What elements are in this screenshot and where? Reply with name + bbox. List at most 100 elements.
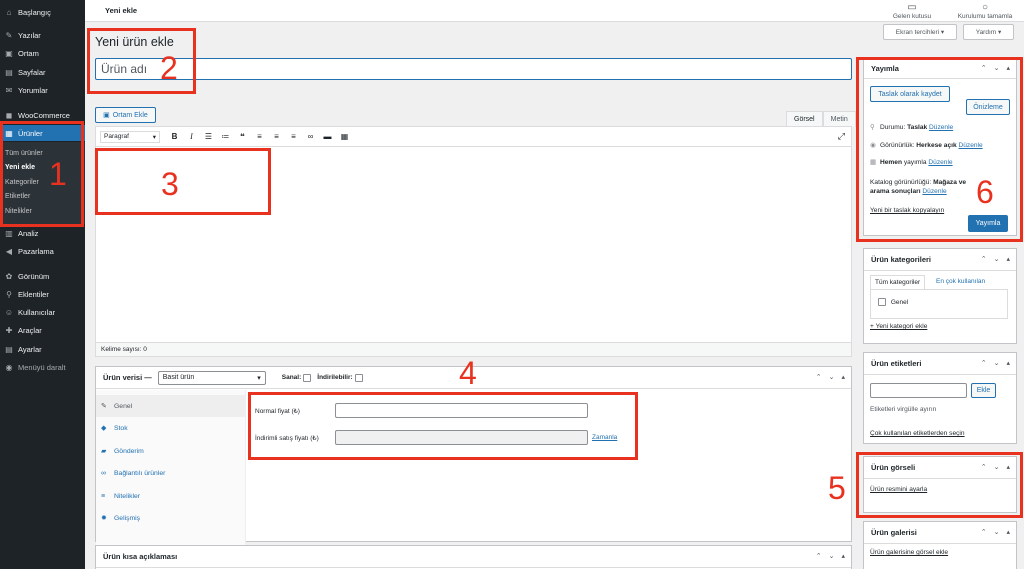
chevron-down-icon[interactable]: ⌄ <box>829 373 835 381</box>
chevron-up-icon[interactable]: ⌃ <box>816 552 822 560</box>
bold-icon[interactable]: B <box>166 130 183 144</box>
screen-options-button[interactable]: Ekran tercihleri ▾ <box>883 24 957 40</box>
chevron-up-icon[interactable]: ⌃ <box>981 255 987 263</box>
tab-visual[interactable]: Görsel <box>786 111 823 127</box>
sidebar-item-tools[interactable]: ✚ Araçlar <box>0 322 85 338</box>
woocommerce-icon: ◼ <box>5 110 13 120</box>
tab-most-used-categories[interactable]: En çok kullanılan <box>936 278 985 285</box>
sidebar-item-users[interactable]: ☺ Kullanıcılar <box>0 304 85 320</box>
popular-tags-link[interactable]: Çok kullanılan etiketlerden seçin <box>870 430 965 437</box>
sidebar-item-label: Ayarlar <box>18 344 42 354</box>
virtual-checkbox[interactable] <box>303 373 312 382</box>
sidebar-item-pages[interactable]: ▤ Sayfalar <box>0 64 85 80</box>
sidebar-collapse-menu[interactable]: ◉ Menüyü daralt <box>0 359 85 375</box>
editor-toolbar: Paragraf ▾ B I ☰ ≔ ❝ ≡ ≡ ≡ ∞ ▬ ▦ ⤢ <box>96 127 851 147</box>
sidebar-item-comments[interactable]: ✉ Yorumlar <box>0 82 85 98</box>
add-category-link[interactable]: + Yeni kategori ekle <box>870 323 927 330</box>
tab-shipping[interactable]: ▰ Gönderim <box>96 440 246 462</box>
bullet-list-icon[interactable]: ☰ <box>200 130 217 144</box>
blockquote-icon[interactable]: ❝ <box>234 130 251 144</box>
tab-linked-products[interactable]: ∞ Bağlantılı ürünler <box>96 462 246 484</box>
users-icon: ☺ <box>4 307 14 317</box>
toggle-icon[interactable]: ▴ <box>1006 255 1010 263</box>
tab-general[interactable]: ✎ Genel <box>96 395 246 417</box>
sidebar-item-label: Yorumlar <box>18 85 48 95</box>
sidebar-item-analytics[interactable]: ▥ Analiz <box>0 225 85 241</box>
sidebar-item-label: Pazarlama <box>18 246 54 256</box>
align-center-icon[interactable]: ≡ <box>268 130 285 144</box>
sidebar-item-media[interactable]: ▣ Ortam <box>0 45 85 61</box>
inbox-button[interactable]: ▭ Gelen kutusu <box>890 2 934 20</box>
sidebar-item-marketing[interactable]: ◀ Pazarlama <box>0 243 85 259</box>
toggle-icon[interactable]: ▴ <box>1006 359 1010 367</box>
tools-icon: ✚ <box>5 325 13 335</box>
downloadable-checkbox[interactable] <box>354 373 363 382</box>
tab-label: Stok <box>114 424 128 432</box>
tab-label: Gönderim <box>114 447 144 455</box>
product-data-title: Ürün verisi — <box>103 373 152 382</box>
numbered-list-icon[interactable]: ≔ <box>217 130 234 144</box>
align-right-icon[interactable]: ≡ <box>285 130 302 144</box>
chevron-up-icon[interactable]: ⌃ <box>816 373 822 381</box>
chevron-down-icon[interactable]: ⌄ <box>994 255 1000 263</box>
annotation-number-5: 5 <box>828 470 846 506</box>
sidebar-item-settings[interactable]: ▤ Ayarlar <box>0 341 85 357</box>
progress-circle-icon: ○ <box>981 2 989 13</box>
chevron-up-icon[interactable]: ⌃ <box>981 528 987 536</box>
product-gallery-title: Ürün galerisi <box>871 528 917 537</box>
annotation-box-1 <box>0 121 84 227</box>
chevron-up-icon[interactable]: ⌃ <box>981 359 987 367</box>
category-list: Genel <box>870 289 1008 319</box>
sidebar-item-appearance[interactable]: ✿ Görünüm <box>0 268 85 284</box>
product-data-tabs: ✎ Genel ◆ Stok ▰ Gönderim ∞ Bağlantılı ürünl… <box>96 390 246 554</box>
product-type-select[interactable]: Basit ürün ▾ <box>157 370 266 385</box>
tab-attributes[interactable]: ≡ Nitelikler <box>96 485 246 507</box>
format-select-value: Paragraf <box>104 133 129 140</box>
read-more-icon[interactable]: ▬ <box>319 130 336 144</box>
product-title-input[interactable] <box>95 58 852 80</box>
downloadable-label: İndirilebilir: <box>317 374 353 381</box>
help-button[interactable]: Yardım ▾ <box>963 24 1014 40</box>
tag-icon: ◆ <box>101 425 107 432</box>
sidebar-item-posts[interactable]: ✎ Yazılar <box>0 27 85 43</box>
toolbar-toggle-icon[interactable]: ▦ <box>336 130 353 144</box>
tab-advanced[interactable]: ✹ Gelişmiş <box>96 507 246 529</box>
sidebar-item-plugins[interactable]: ⚲ Eklentiler <box>0 286 85 302</box>
pages-icon: ▤ <box>5 67 13 77</box>
add-gallery-image-link[interactable]: Ürün galerisine görsel ekle <box>870 549 948 556</box>
tag-input[interactable] <box>870 383 967 398</box>
chevron-down-icon[interactable]: ⌄ <box>829 552 835 560</box>
box-controls: ⌃ ⌄ ▴ <box>816 552 845 560</box>
box-controls: ⌃ ⌄ ▴ <box>981 528 1010 536</box>
tab-all-categories[interactable]: Tüm kategoriler <box>870 275 926 289</box>
setup-button[interactable]: ○ Kurulumu tamamla <box>950 2 1020 20</box>
inbox-icon: ▭ <box>907 2 917 13</box>
align-left-icon[interactable]: ≡ <box>251 130 268 144</box>
chevron-down-icon[interactable]: ⌄ <box>994 359 1000 367</box>
add-tag-button[interactable]: Ekle <box>971 383 996 398</box>
toggle-icon[interactable]: ▴ <box>841 552 845 560</box>
sidebar-item-label: Kullanıcılar <box>18 307 56 317</box>
toggle-icon[interactable]: ▴ <box>841 373 845 381</box>
media-icon: ▣ <box>103 112 110 119</box>
sidebar-item-label: WooCommerce <box>18 110 70 120</box>
toggle-icon[interactable]: ▴ <box>1006 528 1010 536</box>
sidebar-item-label: Yazılar <box>18 30 41 40</box>
tab-text[interactable]: Metin <box>822 111 856 127</box>
sidebar-item-label: Menüyü daralt <box>18 362 66 372</box>
link-icon[interactable]: ∞ <box>302 130 319 144</box>
annotation-box-3 <box>95 148 271 215</box>
sidebar-item-dashboard[interactable]: ⌂ Başlangıç <box>0 4 85 20</box>
box-controls: ⌃ ⌄ ▴ <box>981 255 1010 263</box>
tab-inventory[interactable]: ◆ Stok <box>96 417 246 439</box>
category-checkbox[interactable] <box>878 298 886 306</box>
product-gallery-box: Ürün galerisi ⌃ ⌄ ▴ Ürün galerisine görs… <box>863 521 1017 569</box>
italic-icon[interactable]: I <box>183 130 200 144</box>
annotation-number-6: 6 <box>976 174 994 210</box>
sidebar-item-label: Ortam <box>18 48 39 58</box>
chevron-down-icon[interactable]: ⌄ <box>994 528 1000 536</box>
category-item[interactable]: Genel <box>878 298 908 306</box>
paragraph-format-select[interactable]: Paragraf ▾ <box>100 130 160 143</box>
add-media-button[interactable]: ▣ Ortam Ekle <box>95 107 156 123</box>
fullscreen-icon[interactable]: ⤢ <box>838 131 845 142</box>
